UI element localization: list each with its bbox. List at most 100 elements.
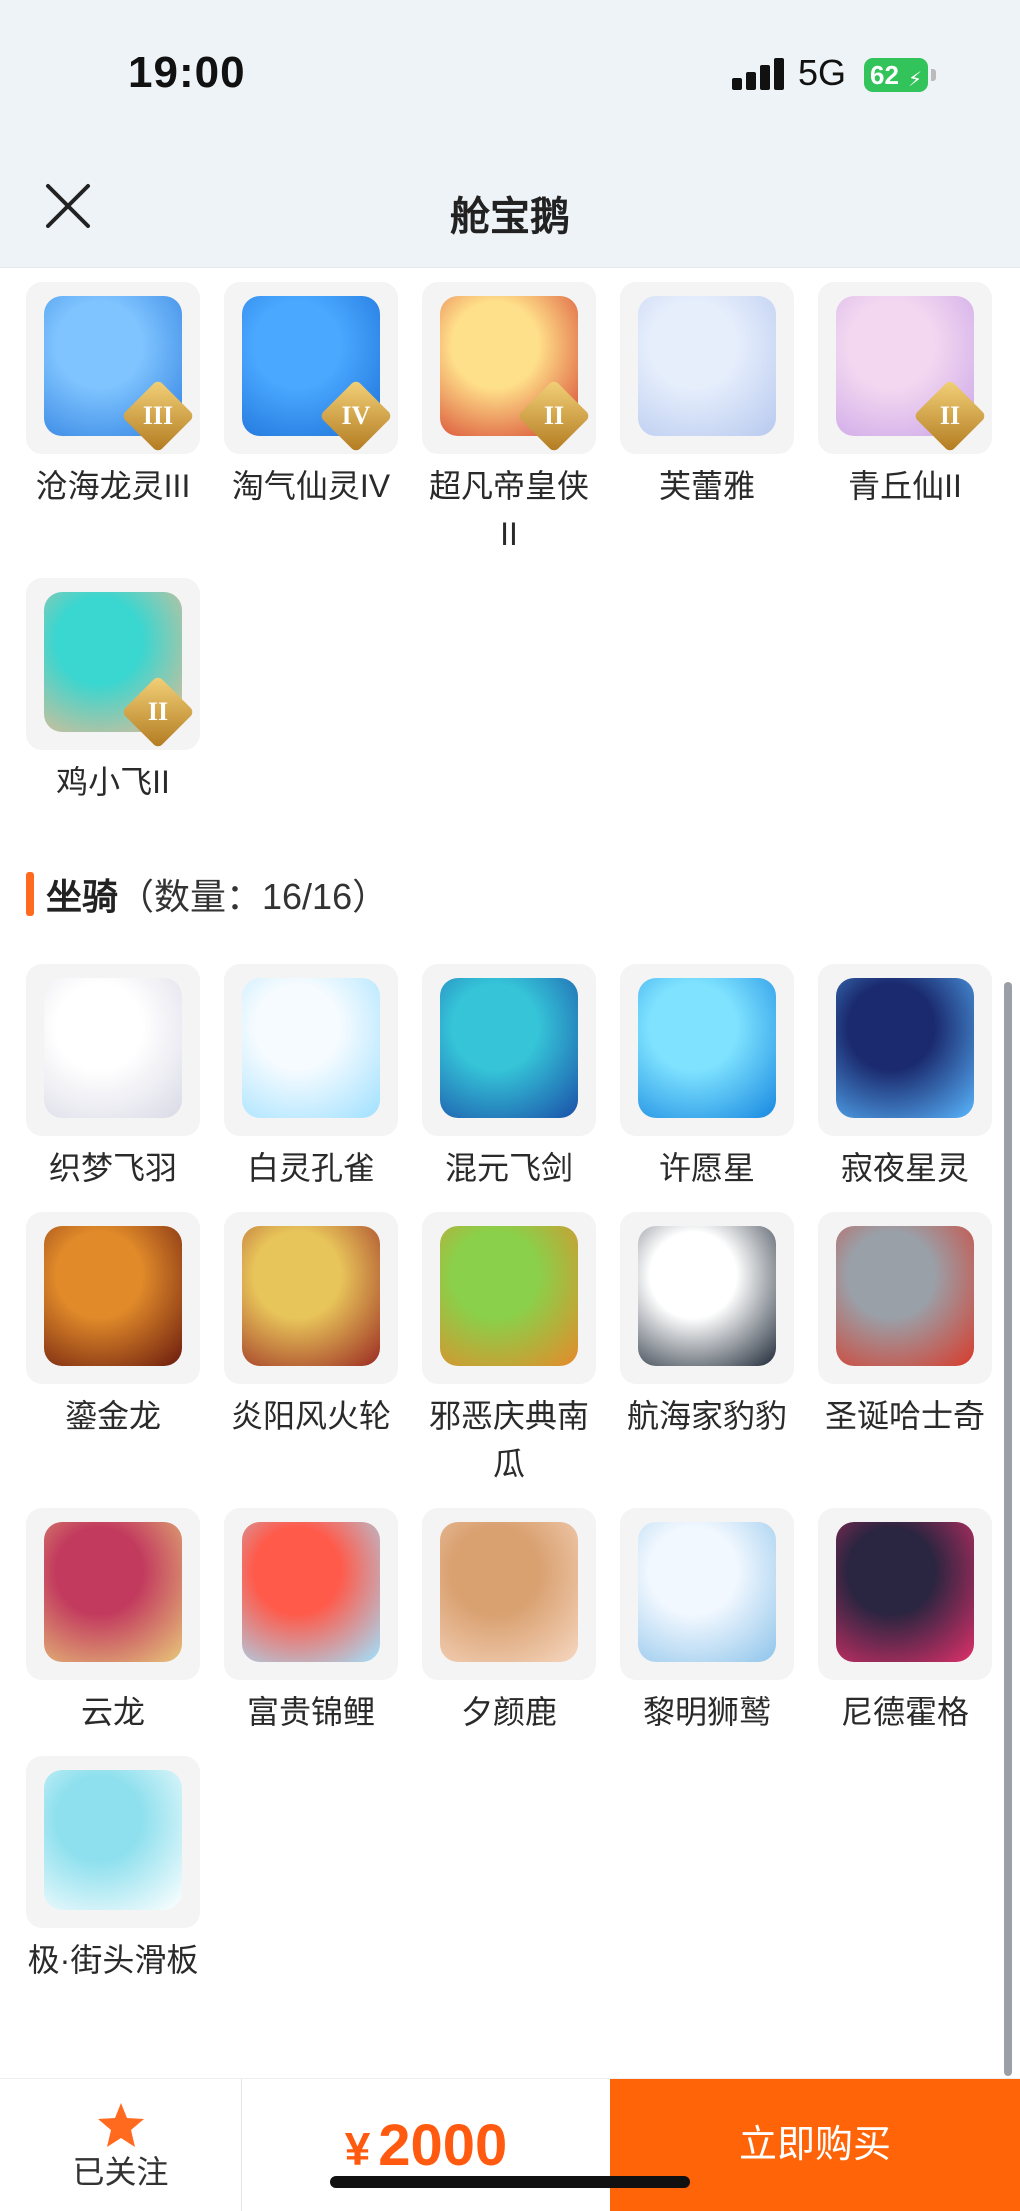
mount-item[interactable]: 黎明狮鹫 [620,1508,794,1736]
pet-item[interactable]: IV 淘气仙灵IV [224,282,398,510]
wish-star-image [638,978,776,1118]
item-thumbnail [224,964,398,1136]
dawn-griffin-image [638,1522,776,1662]
white-peacock-image [242,978,380,1118]
pet-item[interactable]: II 超凡帝皇侠II [422,282,596,558]
page-title: 舱宝鹅 [450,195,570,239]
item-name: 航海家豹豹 [626,1398,787,1434]
flying-sword-image [440,978,578,1118]
item-name: 云龙 [80,1694,145,1730]
mount-item[interactable]: 炎阳风火轮 [224,1212,398,1440]
currency-symbol: ¥ [344,2123,371,2175]
mounts-grid: 织梦飞羽 白灵孔雀 混元飞剑 许愿星 寂夜星灵鎏金龙 炎阳风火轮 邪恶庆典南瓜 航海家豹豹 圣诞… [26,964,1016,2064]
white-feather-image [44,978,182,1118]
rank-badge: II [913,379,987,453]
item-thumbnail [224,1212,398,1384]
content-area[interactable]: III 沧海龙灵III IV 淘气仙灵IV II 超凡帝皇侠II 芙蕾雅 II 青丘仙II II 鸡… [0,268,1020,2078]
section-count: （数量：16/16） [118,876,389,917]
section-title: 坐骑 [46,876,119,917]
rank-badge-label: III [142,401,174,430]
pet-item[interactable]: II 鸡小飞II [26,578,200,806]
item-thumbnail [422,1508,596,1680]
rank-badge: III [121,379,195,453]
item-name: 淘气仙灵IV [231,468,391,504]
mount-item[interactable]: 寂夜星灵 [818,964,992,1192]
follow-label: 已关注 [72,2154,169,2190]
status-bar: 19:00 5G 62 ⚡ [0,0,1020,160]
scrollbar[interactable] [1004,982,1012,2076]
star-icon [98,2103,144,2147]
mount-item[interactable]: 圣诞哈士奇 [818,1212,992,1440]
evil-pumpkin-image [440,1226,578,1366]
mount-item[interactable]: 许愿星 [620,964,794,1192]
mount-item[interactable]: 尼德霍格 [818,1508,992,1736]
item-name: 尼德霍格 [840,1694,969,1730]
item-thumbnail [620,964,794,1136]
mount-item[interactable]: 航海家豹豹 [620,1212,794,1440]
rank-badge: II [517,379,591,453]
item-thumbnail [26,1508,200,1680]
item-name: 富贵锦鲤 [246,1694,375,1730]
rank-badge-label: II [543,401,565,430]
dusk-deer-image [440,1522,578,1662]
bottom-bar: 已关注 ¥2000 立即购买 [0,2078,1020,2211]
mount-item[interactable]: 富贵锦鲤 [224,1508,398,1736]
item-thumbnail [26,1212,200,1384]
pirate-bear-image [638,1226,776,1366]
item-thumbnail [26,1756,200,1928]
status-time: 19:00 [128,48,246,97]
mount-item[interactable]: 白灵孔雀 [224,964,398,1192]
price: ¥2000 [242,2079,610,2211]
item-name: 邪恶庆典南瓜 [428,1398,589,1482]
mount-item[interactable]: 混元飞剑 [422,964,596,1192]
price-value: 2000 [378,2113,508,2178]
item-name: 白灵孔雀 [246,1150,375,1186]
item-name: 许愿星 [658,1150,755,1186]
nav-bar: 舱宝鹅 [0,160,1020,268]
item-thumbnail: IV [224,282,398,454]
mount-item[interactable]: 云龙 [26,1508,200,1736]
item-thumbnail [818,964,992,1136]
item-name: 鸡小飞II [56,764,170,800]
home-indicator [330,2176,690,2188]
item-thumbnail: II [26,578,200,750]
item-thumbnail [26,964,200,1136]
fire-wheel-image [242,1226,380,1366]
pets-grid: III 沧海龙灵III IV 淘气仙灵IV II 超凡帝皇侠II 芙蕾雅 II 青丘仙II II 鸡… [26,282,1016,842]
mounts-section-header: 坐骑 （数量：16/16） [26,868,388,920]
rank-badge: IV [319,379,393,453]
item-name: 芙蕾雅 [658,468,755,504]
mount-item[interactable]: 邪恶庆典南瓜 [422,1212,596,1488]
mount-item[interactable]: 夕颜鹿 [422,1508,596,1736]
item-name: 鎏金龙 [64,1398,161,1434]
mount-item[interactable]: 织梦飞羽 [26,964,200,1192]
item-name: 夕颜鹿 [460,1694,557,1730]
battery-level: 62 [870,60,899,90]
rank-badge-label: II [147,697,169,726]
network-label: 5G [798,52,847,93]
item-thumbnail [422,964,596,1136]
item-thumbnail [224,1508,398,1680]
follow-button[interactable]: 已关注 [0,2079,242,2211]
pet-item[interactable]: II 青丘仙II [818,282,992,510]
item-name: 混元飞剑 [444,1150,573,1186]
section-accent-bar [26,872,34,916]
white-haired-girl-image [638,296,776,436]
rank-badge: II [121,675,195,749]
buy-now-button[interactable]: 立即购买 [610,2079,1020,2211]
item-name: 青丘仙II [848,468,962,504]
item-thumbnail [422,1212,596,1384]
item-thumbnail [818,1508,992,1680]
item-name: 极·街头滑板 [27,1942,199,1978]
item-name: 织梦飞羽 [48,1150,177,1186]
pet-item[interactable]: 芙蕾雅 [620,282,794,510]
item-thumbnail [818,1212,992,1384]
mount-item[interactable]: 鎏金龙 [26,1212,200,1440]
item-name: 寂夜星灵 [840,1150,969,1186]
mount-item[interactable]: 极·街头滑板 [26,1756,200,1984]
pet-item[interactable]: III 沧海龙灵III [26,282,200,510]
item-name: 黎明狮鹫 [642,1694,771,1730]
item-thumbnail [620,1508,794,1680]
rank-badge-label: II [939,401,961,430]
koi-fish-image [242,1522,380,1662]
